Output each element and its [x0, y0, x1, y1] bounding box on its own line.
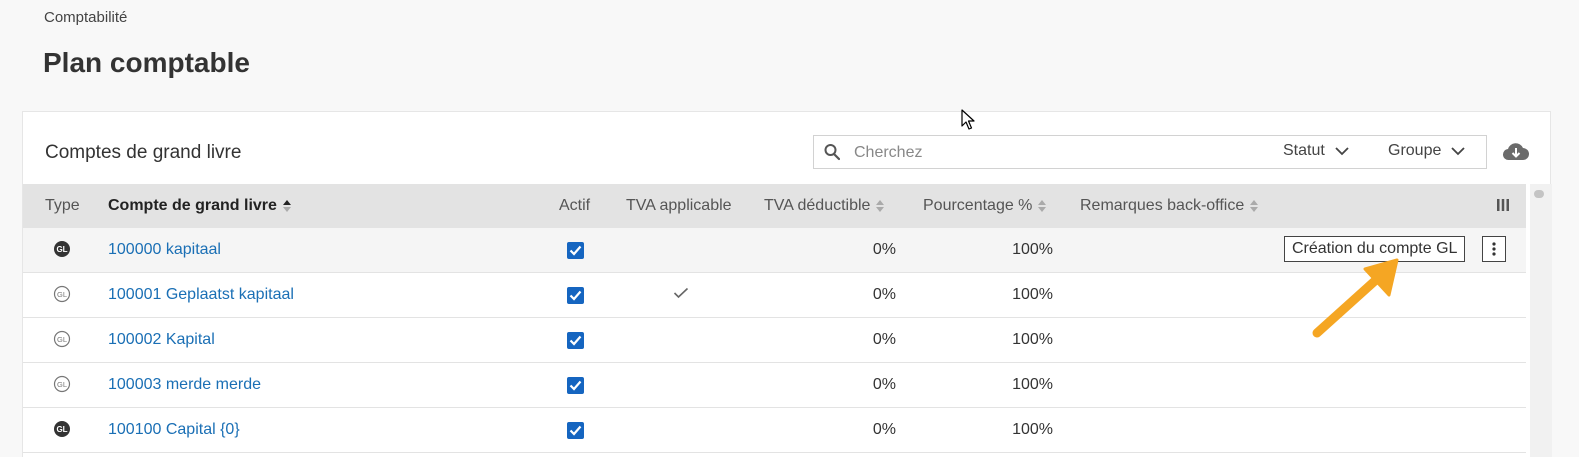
table-row[interactable]: GL 100000 kapitaal 0% 100% Création du compt…	[23, 228, 1526, 273]
status-filter-dropdown[interactable]: Statut	[1283, 142, 1349, 160]
active-checkbox[interactable]	[567, 332, 584, 349]
table-row[interactable]: GL 100003 merde merde 0% 100%	[23, 363, 1526, 408]
table-row[interactable]: GL 100002 Kapital 0% 100%	[23, 318, 1526, 363]
column-header-vat-deductible[interactable]: TVA déductible	[764, 197, 885, 215]
more-options-button[interactable]	[1482, 236, 1506, 262]
gl-filled-icon: GL	[54, 241, 70, 257]
sort-icon	[1038, 200, 1047, 212]
gl-filled-icon: GL	[54, 421, 70, 437]
account-link[interactable]: 100000 kapitaal	[108, 241, 221, 259]
svg-text:GL: GL	[57, 380, 67, 389]
percentage-value: 100%	[1012, 331, 1053, 348]
group-filter-label: Groupe	[1388, 142, 1442, 159]
account-link[interactable]: 100001 Geplaatst kapitaal	[108, 286, 294, 304]
mouse-cursor-icon	[961, 109, 975, 130]
group-filter-dropdown[interactable]: Groupe	[1388, 142, 1466, 160]
column-header-account[interactable]: Compte de grand livre	[108, 197, 291, 215]
vat-deductible-value: 0%	[872, 286, 896, 303]
active-checkbox[interactable]	[567, 287, 584, 304]
gl-outline-icon: GL	[53, 330, 71, 348]
active-checkbox[interactable]	[567, 242, 584, 259]
column-header-percentage[interactable]: Pourcentage %	[923, 197, 1047, 215]
svg-text:GL: GL	[57, 335, 67, 344]
breadcrumb[interactable]: Comptabilité	[44, 9, 127, 26]
card-title: Comptes de grand livre	[45, 142, 242, 163]
vat-deductible-value: 0%	[872, 376, 896, 393]
active-checkbox[interactable]	[567, 377, 584, 394]
column-header-remarks[interactable]: Remarques back-office	[1080, 197, 1259, 215]
account-link[interactable]: 100100 Capital {0}	[108, 421, 240, 439]
search-bar: Statut Groupe	[813, 135, 1487, 169]
status-filter-label: Statut	[1283, 142, 1325, 159]
percentage-value: 100%	[1012, 286, 1053, 303]
vat-deductible-value: 0%	[872, 241, 896, 258]
table-header: Type Compte de grand livre Actif TVA app…	[23, 184, 1526, 228]
column-header-type: Type	[45, 197, 80, 214]
table-row[interactable]: GL 100001 Geplaatst kapitaal 0% 100%	[23, 273, 1526, 318]
svg-text:GL: GL	[56, 425, 67, 434]
column-header-vat-applicable: TVA applicable	[626, 197, 732, 214]
vertical-scrollbar[interactable]	[1530, 184, 1552, 457]
more-vertical-icon	[1492, 242, 1496, 256]
sort-icon	[876, 200, 885, 212]
gl-outline-icon: GL	[53, 375, 71, 393]
account-link[interactable]: 100002 Kapital	[108, 331, 215, 349]
chevron-down-icon	[1335, 147, 1349, 156]
sort-ascending-icon	[282, 200, 291, 212]
chevron-down-icon	[1451, 147, 1466, 156]
active-checkbox[interactable]	[567, 422, 584, 439]
annotation-arrow-icon	[1312, 258, 1399, 338]
page-title: Plan comptable	[43, 47, 250, 78]
svg-text:GL: GL	[56, 245, 67, 254]
column-header-active: Actif	[559, 197, 591, 214]
vat-deductible-value: 0%	[872, 331, 896, 348]
cloud-download-icon[interactable]	[1502, 140, 1530, 162]
columns-settings-icon[interactable]	[1496, 198, 1510, 212]
svg-text:GL: GL	[57, 290, 67, 299]
percentage-value: 100%	[1012, 376, 1053, 393]
scrollbar-thumb[interactable]	[1534, 190, 1544, 198]
vat-deductible-value: 0%	[872, 421, 896, 438]
table-row[interactable]: GL 100100 Capital {0} 0% 100%	[23, 408, 1526, 453]
gl-outline-icon: GL	[53, 285, 71, 303]
account-link[interactable]: 100003 merde merde	[108, 376, 261, 394]
checkmark-icon	[673, 287, 689, 299]
sort-icon	[1250, 200, 1259, 212]
percentage-value: 100%	[1012, 241, 1053, 258]
search-icon	[824, 144, 840, 161]
percentage-value: 100%	[1012, 421, 1053, 438]
search-input[interactable]	[854, 143, 1254, 163]
